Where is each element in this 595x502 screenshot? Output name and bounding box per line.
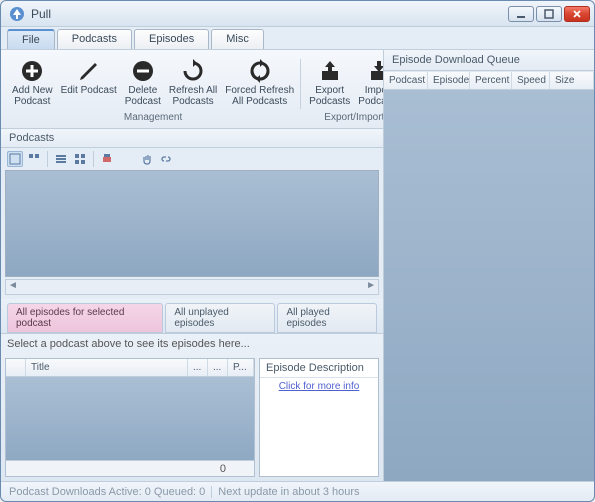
minimize-button[interactable] — [508, 6, 534, 22]
refresh-all-button[interactable]: Refresh All Podcasts — [165, 57, 221, 109]
tab-selected-episodes[interactable]: All episodes for selected podcast — [7, 303, 163, 333]
pan-hand-icon[interactable] — [139, 151, 155, 167]
view-details-icon[interactable] — [53, 151, 69, 167]
episodes-table: Title ... ... P... 0 — [6, 359, 254, 476]
export-podcasts-label: Export Podcasts — [309, 85, 350, 107]
episodes-count: 0 — [220, 463, 226, 475]
edit-podcast-button[interactable]: Edit Podcast — [57, 57, 121, 109]
episodes-table-body[interactable] — [6, 377, 254, 460]
more-info-link[interactable]: Click for more info — [279, 381, 360, 392]
episodes-list-panel: Title ... ... P... 0 — [5, 358, 255, 477]
close-button[interactable] — [564, 6, 590, 22]
workspace: Add New Podcast Edit Podcast Delete Podc… — [1, 49, 594, 481]
tab-file[interactable]: File — [7, 29, 55, 49]
description-title: Episode Description — [260, 359, 378, 378]
tab-played-episodes[interactable]: All played episodes — [277, 303, 377, 333]
import-podcasts-button[interactable]: Import Podcasts — [354, 57, 384, 109]
app-window: Pull File Podcasts Episodes Misc Add New… — [0, 0, 595, 502]
refresh-all-label: Refresh All Podcasts — [169, 85, 217, 107]
queue-title: Episode Download Queue — [384, 50, 594, 71]
col-ext2[interactable]: ... — [208, 359, 228, 376]
titlebar: Pull — [1, 1, 594, 27]
forced-refresh-icon — [248, 59, 272, 83]
col-p[interactable]: P... — [228, 359, 254, 376]
podcasts-panel: Podcasts — [1, 129, 383, 299]
view-list-icon[interactable] — [7, 151, 23, 167]
episodes-footer: 0 — [6, 460, 254, 476]
ribbon-group-management: Add New Podcast Edit Podcast Delete Podc… — [5, 54, 301, 124]
export-podcasts-button[interactable]: Export Podcasts — [305, 57, 354, 109]
col-title[interactable]: Title — [26, 359, 188, 376]
view-grid-icon[interactable] — [72, 151, 88, 167]
description-panel: Episode Description Click for more info — [259, 358, 379, 477]
col-ext1[interactable]: ... — [188, 359, 208, 376]
toolbar-separator — [93, 151, 94, 167]
import-icon — [367, 59, 384, 83]
episodes-section: Select a podcast above to see its episod… — [1, 333, 383, 481]
right-pane: Episode Download Queue Podcast Episode P… — [384, 50, 594, 481]
refresh-icon — [181, 59, 205, 83]
queue-body[interactable] — [384, 90, 594, 481]
app-icon — [9, 6, 25, 22]
management-group-label: Management — [6, 112, 300, 123]
tab-podcasts[interactable]: Podcasts — [57, 29, 132, 49]
left-pane: Add New Podcast Edit Podcast Delete Podc… — [1, 50, 384, 481]
link-icon[interactable] — [158, 151, 174, 167]
status-next-update: Next update in about 3 hours — [218, 486, 359, 498]
delete-podcast-label: Delete Podcast — [125, 85, 161, 107]
toolbar-separator — [47, 151, 48, 167]
episodes-table-header: Title ... ... P... — [6, 359, 254, 377]
episodes-content: Title ... ... P... 0 Episode — [1, 354, 383, 481]
plus-circle-icon — [20, 59, 44, 83]
pencil-icon — [77, 59, 101, 83]
ribbon: Add New Podcast Edit Podcast Delete Podc… — [1, 50, 383, 129]
delete-podcast-button[interactable]: Delete Podcast — [121, 57, 165, 109]
add-podcast-label: Add New Podcast — [12, 85, 53, 107]
status-downloads: Podcast Downloads Active: 0 Queued: 0 — [9, 486, 205, 498]
podcasts-toolbar — [1, 148, 383, 170]
podcast-hscrollbar[interactable] — [5, 279, 379, 295]
episode-tabs: All episodes for selected podcast All un… — [1, 299, 383, 333]
window-title: Pull — [31, 7, 508, 21]
print-icon[interactable] — [99, 151, 115, 167]
qcol-size[interactable]: Size — [550, 72, 594, 89]
window-controls — [508, 6, 590, 22]
add-podcast-button[interactable]: Add New Podcast — [8, 57, 57, 109]
import-podcasts-label: Import Podcasts — [358, 85, 384, 107]
qcol-percent[interactable]: Percent — [470, 72, 512, 89]
qcol-episode[interactable]: Episode — [428, 72, 470, 89]
export-import-group-label: Export/Import — [303, 112, 384, 123]
qcol-podcast[interactable]: Podcast — [384, 72, 428, 89]
edit-podcast-label: Edit Podcast — [61, 85, 117, 96]
queue-columns: Podcast Episode Percent Speed Size — [384, 71, 594, 90]
statusbar: Podcast Downloads Active: 0 Queued: 0 Ne… — [1, 481, 594, 501]
forced-refresh-label: Forced Refresh All Podcasts — [225, 85, 294, 107]
tab-episodes[interactable]: Episodes — [134, 29, 209, 49]
maximize-button[interactable] — [536, 6, 562, 22]
main-tabbar: File Podcasts Episodes Misc — [1, 27, 594, 49]
export-icon — [318, 59, 342, 83]
qcol-speed[interactable]: Speed — [512, 72, 550, 89]
tab-unplayed-episodes[interactable]: All unplayed episodes — [165, 303, 275, 333]
col-blank[interactable] — [6, 359, 26, 376]
podcast-list[interactable] — [5, 170, 379, 277]
status-separator — [211, 486, 212, 498]
minus-circle-icon — [131, 59, 155, 83]
forced-refresh-button[interactable]: Forced Refresh All Podcasts — [221, 57, 298, 109]
ribbon-group-export-import: Export Podcasts Import Podcasts Export/I… — [302, 54, 384, 124]
podcasts-panel-title: Podcasts — [1, 129, 383, 148]
view-tiles-icon[interactable] — [26, 151, 42, 167]
description-body: Click for more info — [260, 378, 378, 476]
tab-misc[interactable]: Misc — [211, 29, 264, 49]
episodes-hint: Select a podcast above to see its episod… — [1, 334, 383, 354]
